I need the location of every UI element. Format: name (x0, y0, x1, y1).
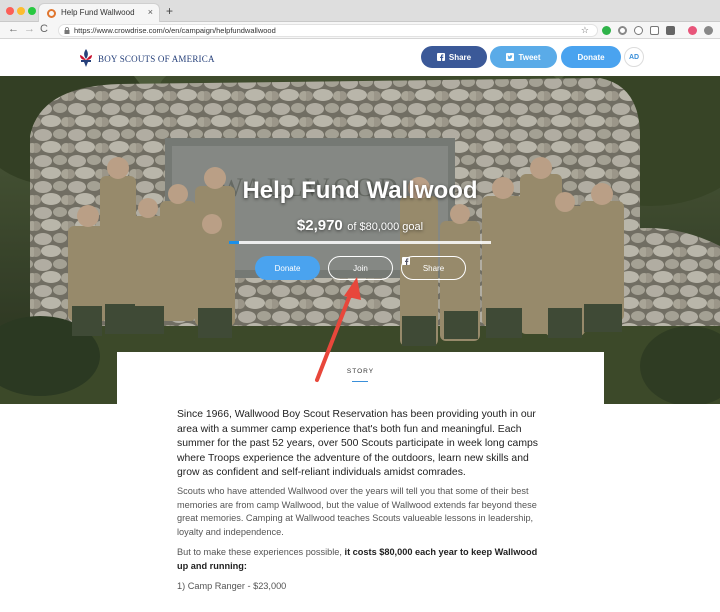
minimize-window-button[interactable] (17, 7, 25, 15)
hero-join-label: Join (353, 263, 368, 273)
hero-share-button[interactable]: Share (401, 256, 466, 280)
new-tab-icon[interactable]: + (166, 4, 173, 18)
extension-square-icon[interactable] (666, 26, 675, 35)
header-donate-button[interactable]: Donate (561, 46, 621, 68)
hero-donate-button[interactable]: Donate (255, 256, 320, 280)
tab-close-icon[interactable]: × (148, 7, 153, 17)
campaign-title: Help Fund Wallwood (242, 177, 478, 204)
browser-tab[interactable]: Help Fund Wallwood × (38, 3, 160, 23)
facebook-icon (436, 53, 445, 61)
goal-text: of $80,000 goal (347, 221, 424, 233)
story-paragraph-3-lead: But to make these experiences possible, (177, 547, 345, 557)
browser-tab-bar: Help Fund Wallwood × + (0, 0, 720, 23)
url-text: https://www.crowdrise.com/o/en/campaign/… (74, 26, 276, 35)
fleur-de-lis-icon (80, 49, 92, 67)
amount-raised: $2,970 (296, 217, 343, 234)
header-tweet-button[interactable]: Tweet (490, 46, 557, 68)
hero-share-label: Share (422, 263, 445, 273)
twitter-icon (506, 53, 515, 61)
extension-circle-icon[interactable] (618, 26, 627, 35)
bookmark-star-icon[interactable]: ☆ (581, 25, 589, 36)
site-header: BOY SCOUTS OF AMERICA Share Tweet Donate… (0, 40, 720, 76)
lock-icon (64, 27, 70, 34)
facebook-icon (402, 257, 410, 265)
funding-progress-bar (229, 241, 491, 244)
header-share-button[interactable]: Share (421, 46, 487, 68)
close-window-button[interactable] (6, 7, 14, 15)
header-donate-label: Donate (577, 52, 605, 62)
forward-icon[interactable]: → (24, 23, 35, 35)
story-card: STORY Since 1966, Wallwood Boy Scout Res… (117, 352, 604, 612)
user-avatar[interactable]: AD (624, 47, 644, 67)
story-paragraph-2: Scouts who have attended Wallwood over t… (177, 486, 537, 537)
url-field[interactable]: https://www.crowdrise.com/o/en/campaign/… (58, 24, 598, 37)
tab-story-underline (352, 381, 368, 382)
funding-amount: $2,970 of $80,000 goal (0, 217, 720, 235)
story-paragraph-3: But to make these experiences possible, … (177, 546, 549, 573)
story-list-item-1: 1) Camp Ranger - $23,000 (177, 581, 287, 591)
favicon-icon (47, 9, 56, 18)
hero-donate-label: Donate (274, 263, 301, 273)
hero-join-button[interactable]: Join (328, 256, 393, 280)
progress-fill (229, 241, 239, 244)
tab-title: Help Fund Wallwood (61, 8, 135, 17)
menu-extension-icon[interactable] (704, 26, 713, 35)
tab-story[interactable]: STORY (117, 368, 604, 375)
address-bar: ← → C https://www.crowdrise.com/o/en/cam… (0, 22, 720, 39)
maximize-window-button[interactable] (28, 7, 36, 15)
screenshot-extension-icon[interactable] (650, 26, 659, 35)
logo-text: BOY SCOUTS OF AMERICA (98, 54, 215, 64)
evernote-extension-icon[interactable] (602, 26, 611, 35)
header-tweet-label: Tweet (518, 52, 541, 62)
back-icon[interactable]: ← (8, 23, 19, 35)
profile-avatar-icon[interactable] (688, 26, 697, 35)
story-paragraph-1: Since 1966, Wallwood Boy Scout Reservati… (177, 409, 538, 478)
header-share-label: Share (448, 52, 472, 62)
search-extension-icon[interactable] (634, 26, 643, 35)
reload-icon[interactable]: C (40, 23, 48, 35)
bsa-logo[interactable]: BOY SCOUTS OF AMERICA (78, 48, 214, 68)
